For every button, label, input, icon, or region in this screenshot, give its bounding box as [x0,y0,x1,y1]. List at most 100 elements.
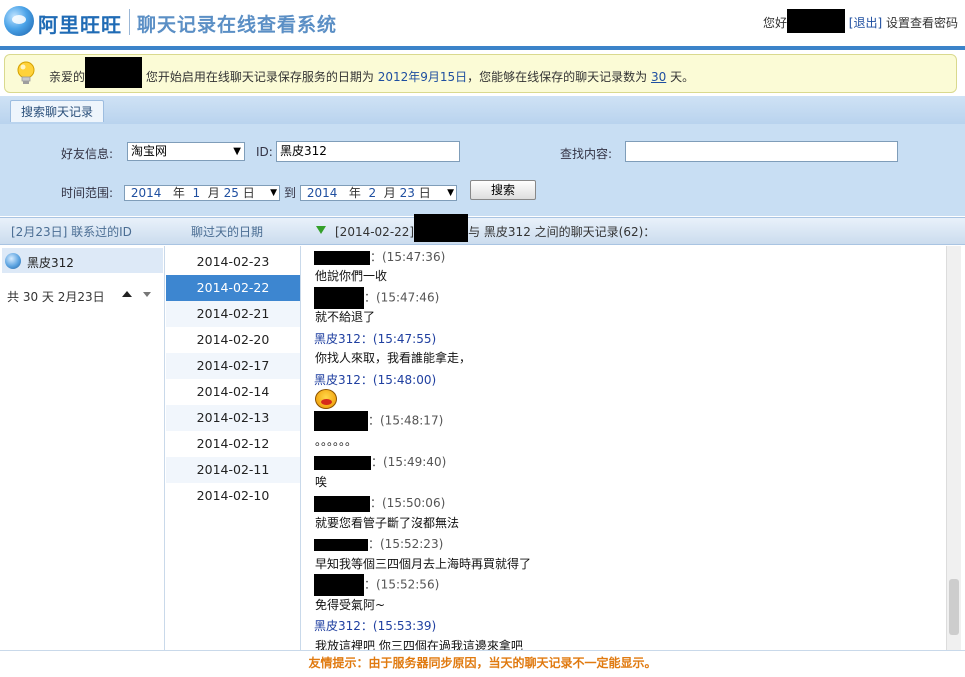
message-text: 早知我等個三四個月去上海時再買就得了 [315,557,532,571]
greeting: 您好 [762,16,787,30]
chat-column-title: [2014-02-22] 与 黑皮312 之间的聊天记录(62)： [335,213,656,242]
dropdown-arrow-icon: ▼ [447,188,454,198]
message-text: 就不給退了 [315,310,376,324]
date-item[interactable]: 2014-02-23 [166,249,300,275]
dropdown-arrow-icon: ▼ [270,188,277,198]
message-header: ：(15:48:17) [314,411,443,431]
message-time: (15:53:39) [372,619,437,633]
message-time: ：(15:48:17) [368,413,444,428]
chat-scrollbar[interactable] [946,246,961,651]
pig-emoji-icon [315,389,337,409]
day-unit: 日 [418,186,431,200]
friend-info-label: 好友信息: [61,147,114,161]
scrollbar-thumb[interactable] [949,579,959,635]
content-input[interactable] [625,141,898,162]
contact-day-count: 共 30 天 2月23日 [7,290,105,304]
message-time: ：(15:49:40) [371,455,447,469]
redacted-username [85,57,143,88]
to-date-select[interactable]: 2014 年 2 月 23 日 ▼ [300,185,457,201]
redacted-username [786,8,845,33]
year-unit: 年 [172,186,185,200]
green-down-arrow-icon [316,226,326,234]
contact-avatar-icon [5,253,21,269]
message-header: 黑皮312：(15:47:55) [314,330,436,347]
aliwangwang-logo-icon [4,6,34,36]
friend-select[interactable]: 淘宝网 ▼ [127,142,245,161]
friend-select-value: 淘宝网 [131,144,168,158]
redacted-sender [314,538,368,551]
chat-log: ：(15:47:36) 他說你們一收 ：(15:47:46) 就不給退了 黑皮3… [302,246,946,651]
message-header: ：(15:52:56) [314,574,439,596]
date-item[interactable]: 2014-02-10 [166,483,300,509]
contact-item[interactable]: 黑皮312 [2,248,163,273]
notice-prefix: 亲爱的 [49,70,86,84]
redacted-sender [314,287,364,309]
message-text: 我放這裡吧 你三四個在過我這邊來拿吧 [315,639,523,651]
search-form [0,124,965,216]
message-text: 你找人來取，我看誰能拿走， [315,351,472,365]
date-item[interactable]: 2014-02-13 [166,405,300,431]
message-header: ：(15:52:23) [314,535,443,552]
footer-tip: 友情提示：由于服务器同步原因，当天的聊天记录不一定能显示。 [308,656,657,670]
dropdown-arrow-icon: ▼ [233,146,241,157]
date-item[interactable]: 2014-02-14 [166,379,300,405]
message-header: ：(15:47:36) [314,248,445,265]
date-item[interactable]: 2014-02-11 [166,457,300,483]
search-button[interactable]: 搜索 [470,180,536,200]
date-item-selected[interactable]: 2014-02-22 [166,275,300,301]
from-year: 2014 [130,186,162,200]
date-item[interactable]: 2014-02-12 [166,431,300,457]
from-date-select[interactable]: 2014 年 1 月 25 日 ▼ [124,185,280,201]
from-day: 25 [223,186,239,200]
dates-column: 2014-02-23 2014-02-22 2014-02-21 2014-02… [166,246,301,651]
toolbar-band [0,96,965,124]
message-time: ：(15:52:56) [364,577,440,592]
logo-separator [129,9,130,35]
set-password-link[interactable]: 设置查看密码 [886,16,958,30]
saved-days-link[interactable]: 30 [651,70,666,84]
redacted-sender [314,574,364,596]
redacted-username [414,213,469,242]
sort-down-icon[interactable] [143,292,151,297]
dates-column-title: 聊过天的日期 [191,225,264,239]
message-header: ：(15:49:40) [314,453,446,470]
tab-search-records[interactable]: 搜索聊天记录 [10,100,105,122]
notice-text: 亲爱的 您开始启用在线聊天记录保存服务的日期为 2012年9月15日，您能够在线… [49,57,695,88]
chat-title-rest: 与 黑皮312 之间的聊天记录(62)： [468,225,656,239]
chat-title-date: [2014-02-22] [335,225,415,239]
to-month: 2 [368,186,377,200]
to-year: 2014 [306,186,338,200]
message-sender: 黑皮312： [314,332,373,346]
id-label: ID: [256,145,273,159]
to-label: 到 [284,186,297,200]
message-text: 就要您看管子斷了沒都無法 [315,516,460,530]
service-start-date: 2012年9月15日 [377,70,468,84]
user-area: 您好 [退出] 设置查看密码 [762,8,958,33]
content-label: 查找内容: [560,147,613,161]
redacted-sender [314,250,370,265]
message-time: ：(15:47:36) [370,250,446,264]
sort-up-icon[interactable] [122,291,132,297]
message-header: 黑皮312：(15:48:00) [314,371,436,388]
contacts-column: 黑皮312 共 30 天 2月23日 [0,246,165,651]
date-item[interactable]: 2014-02-20 [166,327,300,353]
system-title: 聊天记录在线查看系统 [137,14,338,36]
header-divider [0,46,965,50]
redacted-sender [314,455,371,470]
message-sender: 黑皮312： [314,373,373,387]
message-header: 黑皮312：(15:53:39) [314,617,436,634]
bottom-divider [0,650,965,651]
year-unit: 年 [348,186,361,200]
notice-text-c: 天。 [670,70,695,84]
message-time: ：(15:52:23) [368,537,444,551]
message-time: ：(15:50:06) [370,496,446,510]
contact-name: 黑皮312 [27,256,74,270]
id-input[interactable]: 黑皮312 [276,141,460,162]
message-header: ：(15:47:46) [314,287,439,309]
logout-link[interactable]: [退出] [849,16,882,30]
message-time: ：(15:47:46) [364,290,440,305]
date-item[interactable]: 2014-02-21 [166,301,300,327]
message-time: (15:47:55) [372,332,437,346]
date-item[interactable]: 2014-02-17 [166,353,300,379]
logo-text: 阿里旺旺 [38,13,122,37]
